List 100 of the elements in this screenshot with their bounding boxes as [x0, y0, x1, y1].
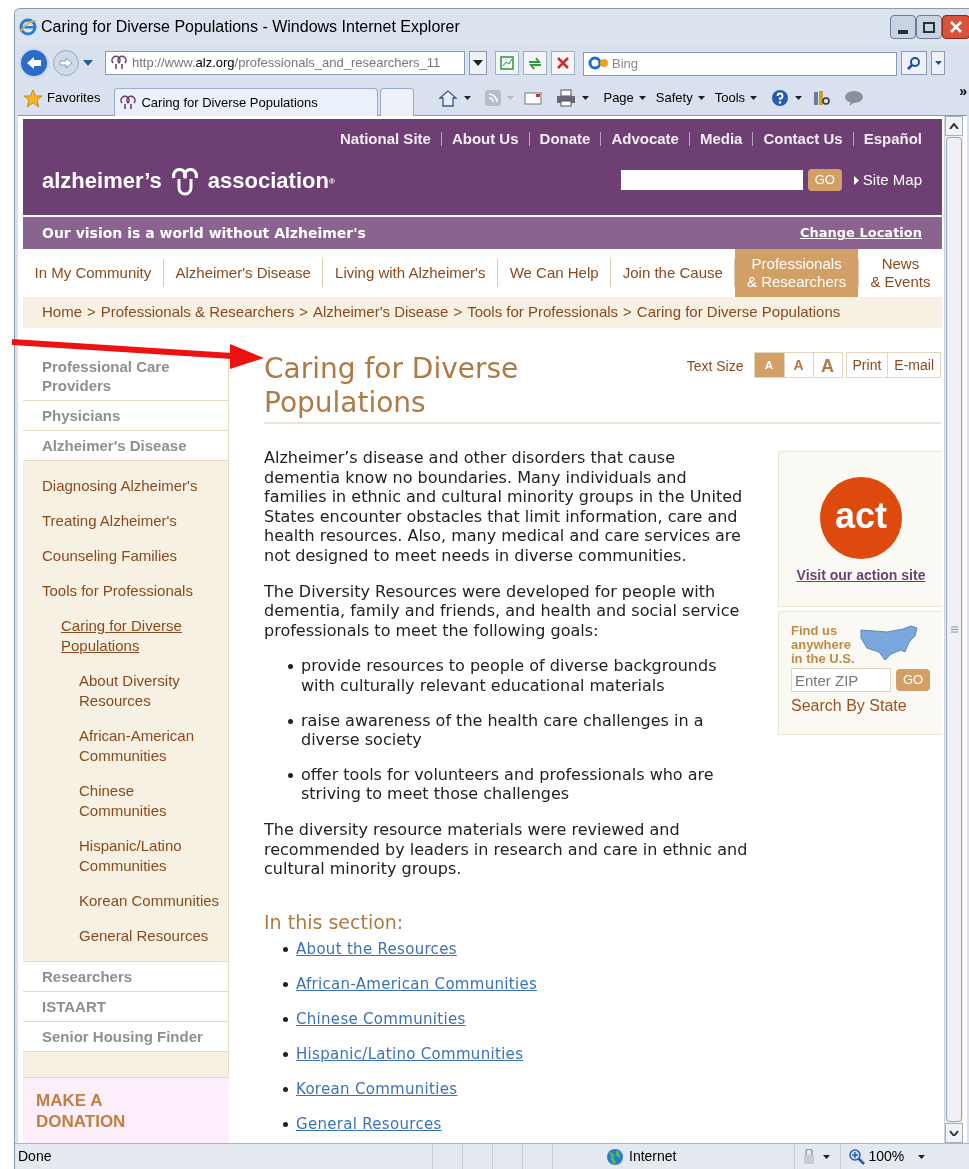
bullet-text: offer tools for volunteers and professionals who are striving to meet those challenges [301, 764, 715, 804]
refresh-button[interactable] [523, 51, 547, 75]
zoom-level-button[interactable]: 100% [868, 1146, 905, 1167]
bullet-icon [283, 1051, 288, 1057]
section-link[interactable]: Korean Communities [296, 1079, 458, 1100]
printer-icon[interactable] [556, 89, 577, 107]
section-link[interactable]: General Resources [296, 1114, 442, 1135]
scroll-down-icon[interactable] [949, 1130, 959, 1136]
address-dropdown-button[interactable] [469, 51, 487, 75]
caret-icon[interactable] [697, 96, 705, 100]
caret-icon[interactable] [582, 96, 590, 100]
mail-icon[interactable] [524, 91, 543, 105]
section-heading: In this section: [264, 909, 405, 935]
stop-button[interactable] [551, 51, 575, 75]
minimize-button[interactable] [890, 15, 916, 39]
breadcrumb-link[interactable]: Caring for Diverse Populations [636, 301, 841, 324]
nav-tab[interactable]: News & Events [858, 249, 943, 297]
sidebar-link[interactable]: Hispanic/Latino Communities [79, 836, 222, 876]
header-link[interactable]: Media [699, 127, 743, 151]
sidebar-link[interactable]: General Resources [79, 926, 222, 946]
close-button[interactable] [942, 15, 969, 39]
breadcrumb-link[interactable]: Tools for Professionals [467, 301, 619, 324]
globe-icon [606, 1147, 624, 1166]
sidebar-link[interactable]: Diagnosing Alzheimer's [23, 476, 228, 496]
breadcrumb-separator: > [623, 302, 632, 323]
toolbar-menu-button[interactable]: Tools [714, 88, 758, 108]
address-url: http://www.alz.org/professionals_and_researchers_11 [132, 54, 441, 73]
sidebar-link[interactable]: Korean Communities [79, 891, 222, 911]
refresh-icon [527, 56, 543, 70]
scroll-thumb[interactable] [946, 137, 962, 1122]
help-icon[interactable] [771, 89, 790, 107]
header-link[interactable]: Contact Us [763, 127, 843, 151]
home-icon[interactable] [438, 89, 459, 107]
section-link[interactable]: African-American Communities [296, 974, 538, 995]
section-link[interactable]: About the Resources [296, 939, 457, 960]
caret-icon[interactable] [750, 96, 758, 100]
search-engine-logo-icon [587, 56, 609, 70]
act-badge[interactable]: act [820, 477, 902, 559]
browser-tab[interactable]: Caring for Diverse Populations [114, 88, 379, 116]
scroll-up-icon[interactable] [949, 123, 959, 129]
toolbar-menu-button[interactable]: Page [603, 88, 646, 108]
caret-icon[interactable] [823, 1154, 831, 1159]
zip-field[interactable]: Enter ZIP [791, 668, 891, 692]
bullet-icon [283, 1121, 288, 1127]
back-button[interactable] [19, 48, 49, 78]
paragraph: The Diversity Resources were developed for people with dementia, family and friends, and health and social service professionals to meet the following goals: [264, 581, 741, 641]
sidebar-link[interactable]: Chinese Communities [79, 781, 222, 821]
stop-icon [557, 57, 569, 69]
header-link[interactable]: National Site [340, 127, 431, 151]
nav-tab[interactable]: Living with Alzheimer's [323, 249, 498, 297]
caret-icon[interactable] [918, 1154, 926, 1159]
toolbar-menu-button[interactable]: Safety [655, 88, 705, 108]
search-by-state-link[interactable]: Search By State [791, 694, 942, 718]
scrollbar[interactable] [944, 116, 963, 1143]
sidebar-link[interactable]: Caring for Diverse Populations [61, 616, 211, 656]
caret-icon[interactable] [638, 96, 646, 100]
caret-icon[interactable] [464, 96, 472, 100]
header-link[interactable]: Advocate [611, 127, 679, 151]
nav-tab[interactable]: In My Community [23, 249, 163, 297]
breadcrumb-separator: > [87, 302, 96, 323]
sidebar-link[interactable]: About Diversity Resources [79, 671, 222, 711]
nav-tab[interactable]: Alzheimer's Disease [163, 249, 323, 297]
forward-arrow-icon [59, 57, 73, 69]
header-link[interactable]: About Us [451, 127, 519, 151]
logo-text: alzheimer’s [42, 166, 162, 195]
search-button[interactable] [901, 51, 927, 75]
sidebar-link[interactable]: Counseling Families [23, 546, 228, 566]
maximize-button[interactable] [916, 15, 942, 39]
nav-tab[interactable]: Join the Cause [611, 249, 735, 297]
tab-title: Caring for Diverse Populations [141, 93, 318, 112]
header-link[interactable]: Donate [539, 127, 591, 151]
favorites-button[interactable]: Favorites [47, 88, 101, 108]
site-map-link[interactable]: Site Map [862, 168, 922, 192]
action-site-link[interactable]: Visit our action site [796, 565, 926, 586]
dropdown-caret-icon[interactable] [83, 60, 93, 66]
section-link[interactable]: Chinese Communities [296, 1009, 466, 1030]
site-search-field[interactable] [620, 170, 803, 190]
grip-icon [950, 626, 958, 633]
address-field[interactable]: http://www.alz.org/professionals_and_researchers_11 [105, 51, 465, 75]
sidebar-link[interactable]: Tools for Professionals [23, 581, 228, 601]
search-icon [907, 56, 921, 70]
nav-tab[interactable]: We Can Help [498, 249, 611, 297]
breadcrumb-link[interactable]: Professionals & Researchers [100, 301, 295, 324]
toolbar-overflow-button[interactable]: » [959, 81, 967, 102]
caret-icon [473, 60, 483, 66]
research-icon[interactable] [812, 89, 831, 107]
caret-icon[interactable] [795, 96, 803, 100]
breadcrumb-link[interactable]: Home [42, 301, 82, 324]
close-icon [950, 21, 962, 33]
search-field[interactable]: Bing [583, 51, 897, 76]
sidebar-link[interactable]: Treating Alzheimer's [23, 511, 228, 531]
section-link[interactable]: Hispanic/Latino Communities [296, 1044, 524, 1065]
bullet-icon [288, 772, 293, 778]
sidebar-link[interactable]: African-American Communities [79, 726, 222, 766]
change-location-link[interactable]: Change Location [799, 223, 922, 243]
header-link[interactable]: Español [863, 127, 922, 151]
breadcrumb-separator: > [453, 302, 463, 323]
search-options-button[interactable] [931, 51, 945, 75]
breadcrumb-link[interactable]: Alzheimer's Disease [312, 301, 449, 324]
page-icon [500, 56, 514, 70]
